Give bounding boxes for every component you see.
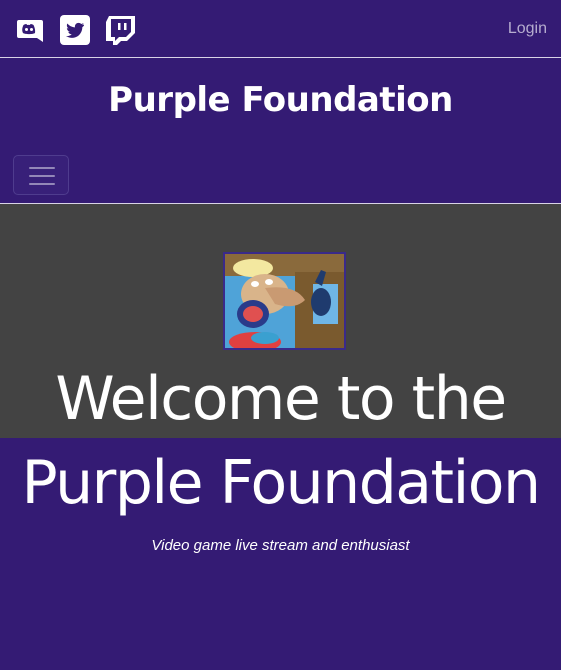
- twitter-link[interactable]: [59, 14, 91, 46]
- hero-title-line-2: Purple Foundation: [21, 448, 542, 518]
- cartoon-character-avatar-image: [225, 254, 344, 348]
- login-link[interactable]: Login: [508, 20, 547, 38]
- twitter-icon: [60, 15, 90, 45]
- avatar: [223, 252, 346, 350]
- hero-title-line-1: Welcome to the: [55, 364, 507, 434]
- navbar-toggle-button[interactable]: [13, 155, 69, 195]
- twitch-icon: [106, 16, 135, 45]
- hero-tagline: Video game live stream and enthusiast: [151, 537, 410, 554]
- discord-link[interactable]: [13, 14, 45, 46]
- discord-icon: [17, 20, 43, 42]
- twitch-link[interactable]: [104, 14, 136, 46]
- hero-title: Welcome to the Purple Foundation: [0, 357, 561, 525]
- site-title[interactable]: Purple Foundation: [0, 80, 561, 120]
- top-bar: Login: [0, 0, 561, 58]
